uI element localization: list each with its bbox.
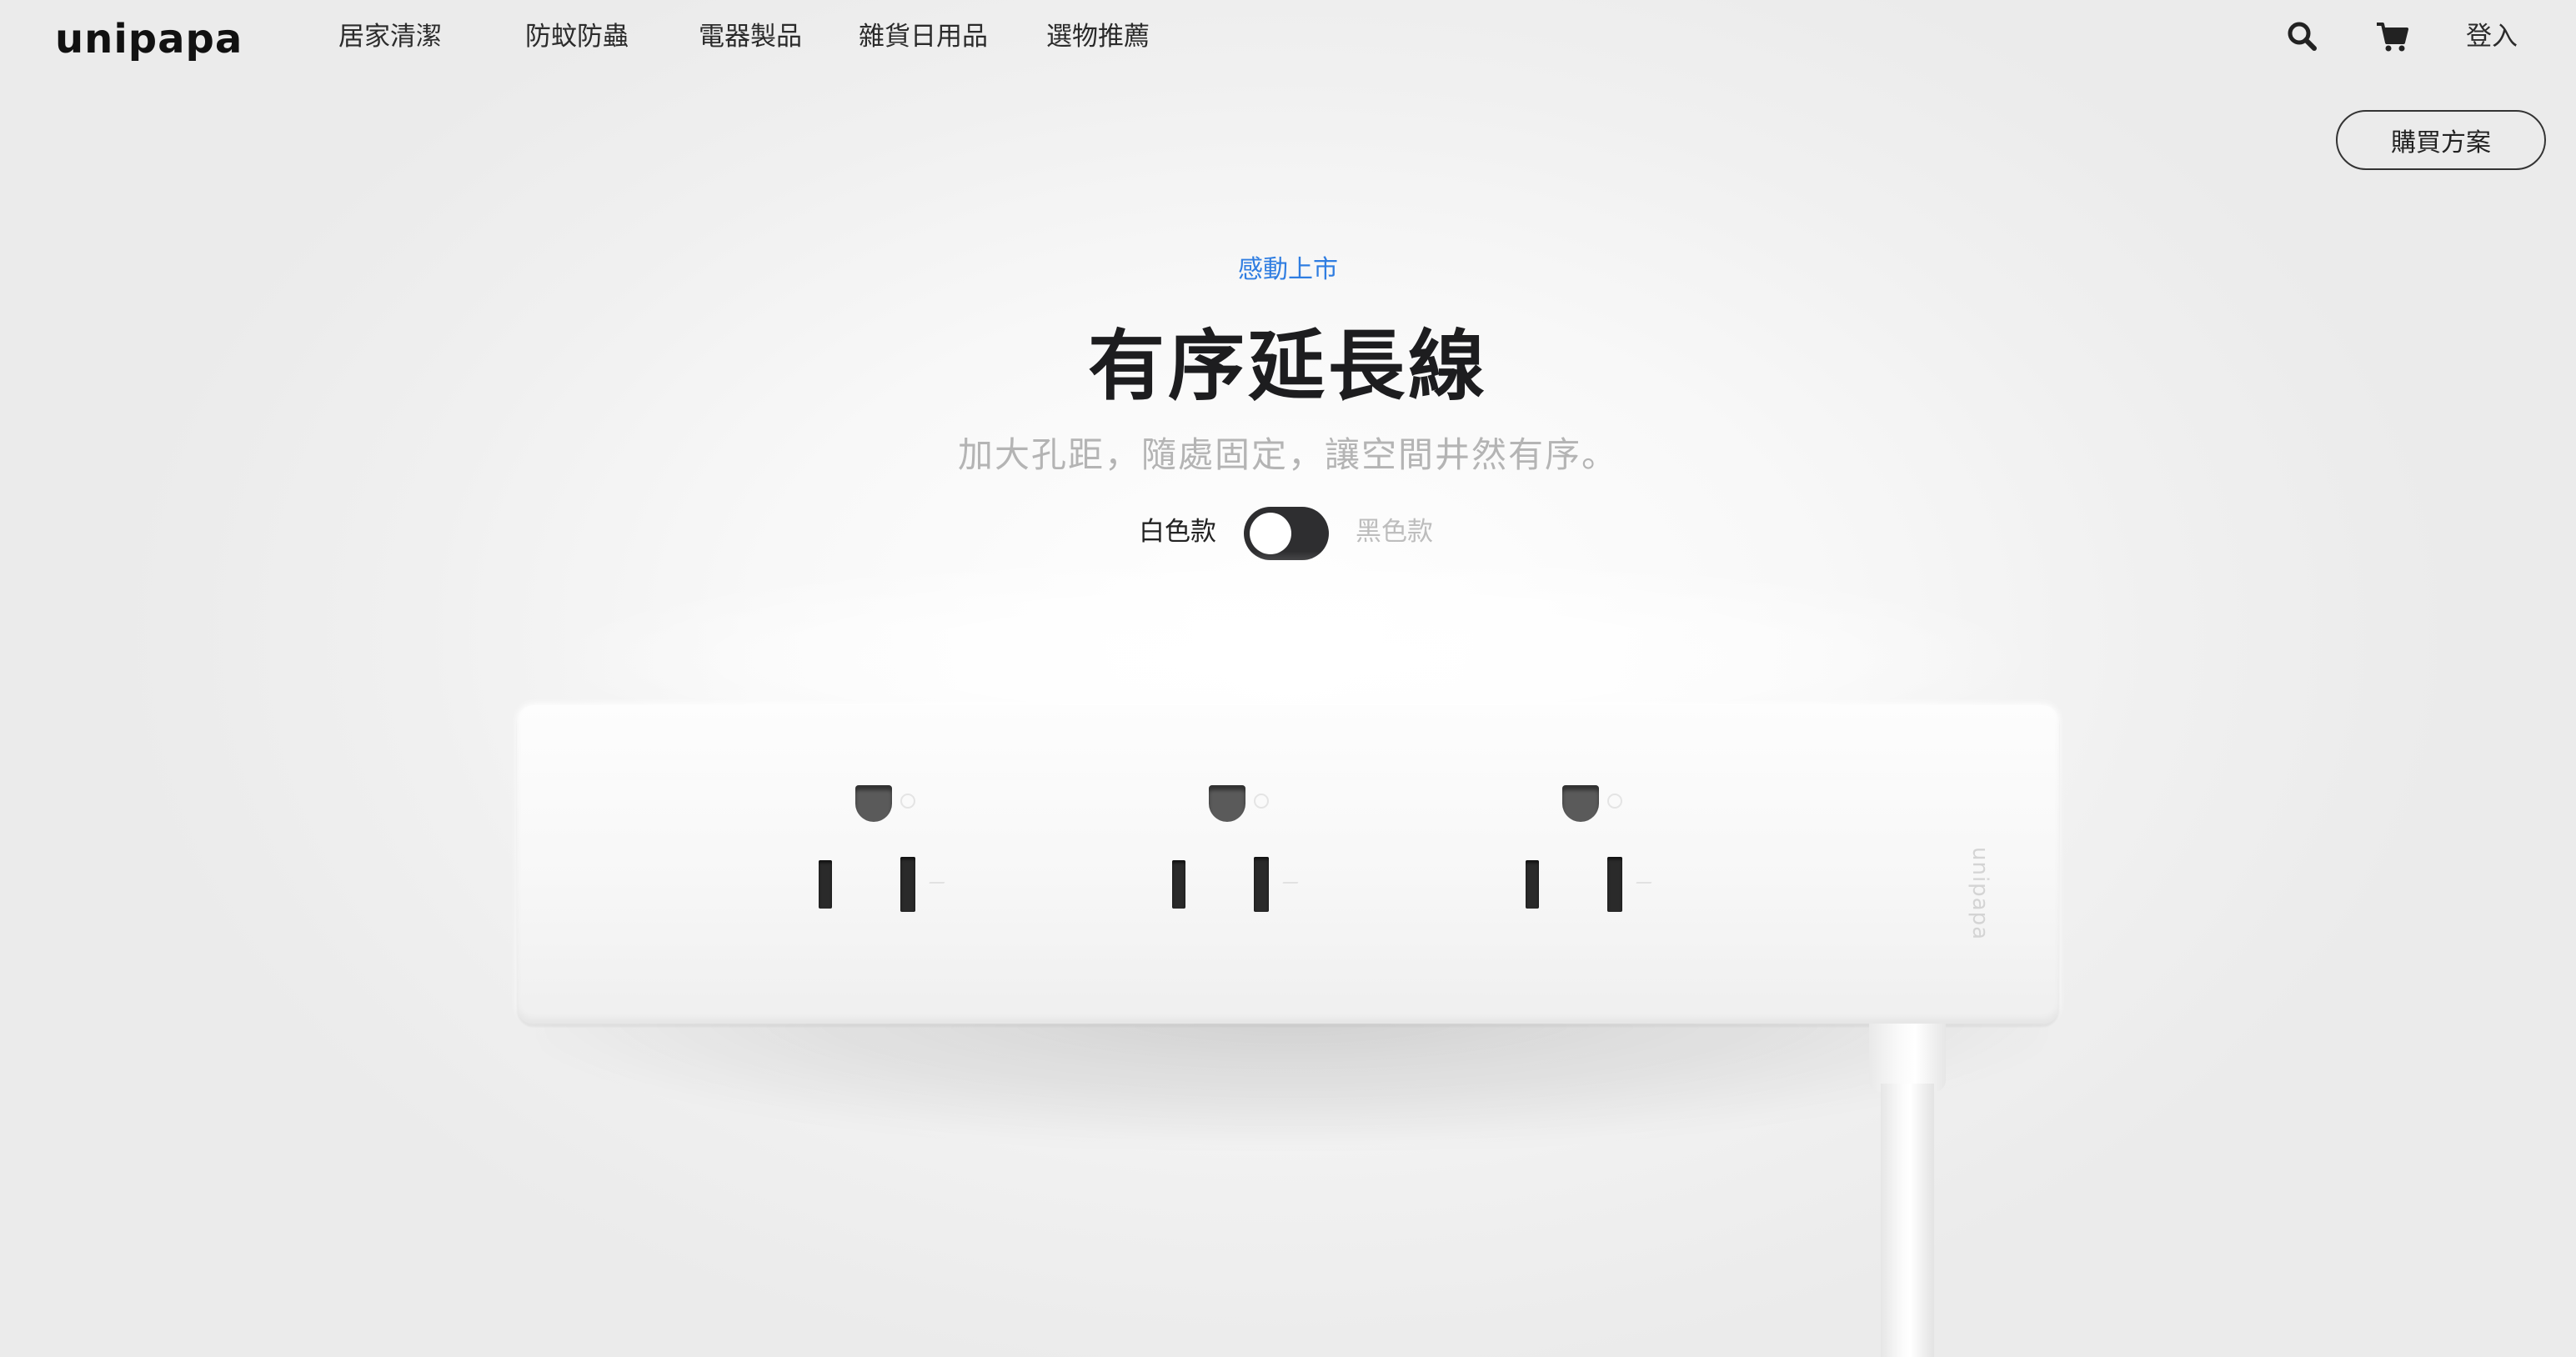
cart-icon bbox=[2377, 23, 2408, 52]
login-link[interactable]: 登入 bbox=[2466, 18, 2518, 55]
color-option-black[interactable]: 黑色款 bbox=[1356, 513, 1433, 550]
ground-mark-icon bbox=[900, 794, 915, 809]
page-title: 有序延長線 bbox=[1087, 322, 1488, 411]
product-image-power-strip: unipapa bbox=[517, 705, 2059, 1024]
search-icon bbox=[2288, 22, 2317, 51]
hero-subtitle: 加大孔距，隨處固定，讓空間井然有序。 bbox=[957, 434, 1618, 475]
slot bbox=[900, 857, 915, 912]
product-imprint: unipapa bbox=[1967, 847, 1992, 941]
outlet bbox=[819, 785, 960, 952]
nav-item-home-cleaning[interactable]: 居家清潔 bbox=[338, 18, 442, 55]
ground-hole bbox=[1562, 785, 1599, 822]
slot bbox=[1172, 860, 1185, 909]
polarity-mark-icon bbox=[1631, 882, 1652, 892]
nav-item-insect-control[interactable]: 防蚊防蟲 bbox=[525, 18, 629, 55]
toggle-knob bbox=[1250, 513, 1291, 554]
outlet bbox=[1172, 785, 1314, 952]
buy-plan-button[interactable]: 購買方案 bbox=[2336, 110, 2546, 170]
brand-logo[interactable]: unipapa bbox=[55, 12, 243, 67]
slot bbox=[819, 860, 832, 909]
ground-mark-icon bbox=[1254, 794, 1269, 809]
ground-hole bbox=[1209, 785, 1245, 822]
nav-item-recommended[interactable]: 選物推薦 bbox=[1046, 18, 1150, 55]
cart-button[interactable] bbox=[2373, 17, 2413, 57]
power-cord bbox=[1881, 1084, 1934, 1357]
polarity-mark-icon bbox=[924, 882, 945, 892]
slot bbox=[1526, 860, 1539, 909]
hero-eyebrow: 感動上市 bbox=[1238, 255, 1338, 284]
slot bbox=[1254, 857, 1269, 912]
slot bbox=[1607, 857, 1622, 912]
search-button[interactable] bbox=[2283, 17, 2323, 57]
cord-strain-relief bbox=[1869, 1024, 1946, 1092]
color-option-white[interactable]: 白色款 bbox=[1139, 513, 1216, 550]
product-shadow bbox=[542, 1009, 2042, 1142]
outlet bbox=[1526, 785, 1667, 952]
ground-hole bbox=[855, 785, 892, 822]
ground-mark-icon bbox=[1607, 794, 1622, 809]
polarity-mark-icon bbox=[1277, 882, 1299, 892]
nav-item-electric-appliances[interactable]: 電器製品 bbox=[699, 18, 802, 55]
nav-item-daily-goods[interactable]: 雜貨日用品 bbox=[859, 18, 988, 55]
